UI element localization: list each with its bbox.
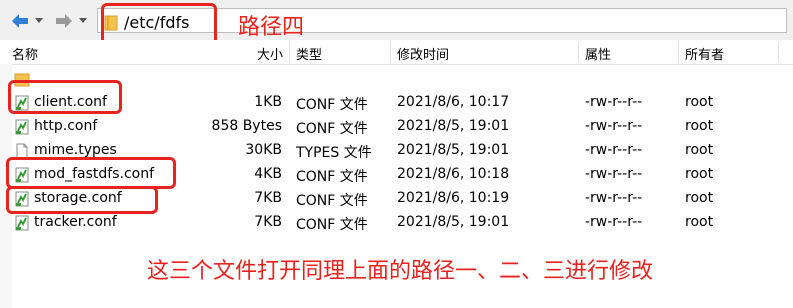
column-header-modified[interactable]: 修改时间 [397, 44, 449, 63]
file-attributes: -rw-r--r-- [585, 190, 643, 206]
column-header-owner[interactable]: 所有者 [685, 44, 724, 63]
forward-dropdown[interactable] [78, 10, 88, 32]
file-name: http.conf [34, 118, 98, 134]
file-modified: 2021/8/6, 10:19 [397, 190, 510, 206]
file-owner: root [685, 118, 714, 134]
chevron-down-icon [35, 18, 43, 23]
column-divider[interactable] [678, 41, 679, 63]
file-attributes: -rw-r--r-- [585, 214, 643, 230]
file-attributes: -rw-r--r-- [585, 166, 643, 182]
file-size: 1KB [254, 94, 282, 110]
file-type: CONF 文件 [296, 97, 368, 113]
conf-file-icon [15, 215, 29, 231]
file-attributes: -rw-r--r-- [585, 142, 643, 158]
file-type: CONF 文件 [296, 193, 368, 209]
column-divider[interactable] [578, 41, 579, 63]
file-type: TYPES 文件 [296, 145, 372, 161]
conf-file-icon [15, 119, 29, 135]
file-type: CONF 文件 [296, 169, 368, 185]
column-divider[interactable] [390, 41, 391, 63]
path-highlight-box [101, 3, 217, 45]
column-divider[interactable] [778, 41, 779, 63]
file-modified: 2021/8/5, 19:01 [397, 118, 510, 134]
column-header-attributes[interactable]: 属性 [585, 44, 611, 63]
forward-arrow-icon [56, 14, 72, 28]
back-button[interactable] [10, 10, 30, 32]
file-type: CONF 文件 [296, 217, 368, 233]
file-size: 7KB [254, 214, 282, 230]
chevron-down-icon [79, 18, 87, 23]
back-dropdown[interactable] [34, 10, 44, 32]
mod-fastdfs-highlight-box [6, 157, 176, 189]
file-owner: root [685, 94, 714, 110]
file-owner: root [685, 214, 714, 230]
file-size: 858 Bytes [211, 118, 282, 134]
column-divider[interactable] [289, 41, 290, 63]
file-row[interactable]: tracker.conf 7KB CONF 文件 2021/8/5, 19:01 -rw… [0, 211, 793, 235]
forward-button[interactable] [54, 10, 74, 32]
file-name: tracker.conf [34, 214, 117, 230]
column-header-type[interactable]: 类型 [296, 44, 322, 63]
file-owner: root [685, 190, 714, 206]
column-header-size[interactable]: 大小 [257, 44, 283, 63]
file-row[interactable]: http.conf 858 Bytes CONF 文件 2021/8/5, 19:01… [0, 115, 793, 139]
note-annotation-label: 这三个文件打开同理上面的路径一、二、三进行修改 [147, 259, 654, 284]
column-header-name[interactable]: 名称 [12, 44, 38, 63]
file-modified: 2021/8/6, 10:18 [397, 166, 510, 182]
file-type: CONF 文件 [296, 121, 368, 137]
file-owner: root [685, 166, 714, 182]
file-size: 30KB [245, 142, 282, 158]
file-size: 4KB [254, 166, 282, 182]
file-owner: root [685, 142, 714, 158]
file-modified: 2021/8/6, 10:17 [397, 94, 510, 110]
file-size: 7KB [254, 190, 282, 206]
file-modified: 2021/8/5, 19:01 [397, 214, 510, 230]
file-modified: 2021/8/5, 19:01 [397, 142, 510, 158]
back-arrow-icon [12, 14, 28, 28]
path-annotation-label: 路径四 [238, 15, 305, 40]
file-attributes: -rw-r--r-- [585, 118, 643, 134]
file-name: mime.types [34, 142, 117, 158]
storage-conf-highlight-box [6, 186, 158, 214]
file-attributes: -rw-r--r-- [585, 94, 643, 110]
client-conf-highlight-box [8, 80, 122, 114]
